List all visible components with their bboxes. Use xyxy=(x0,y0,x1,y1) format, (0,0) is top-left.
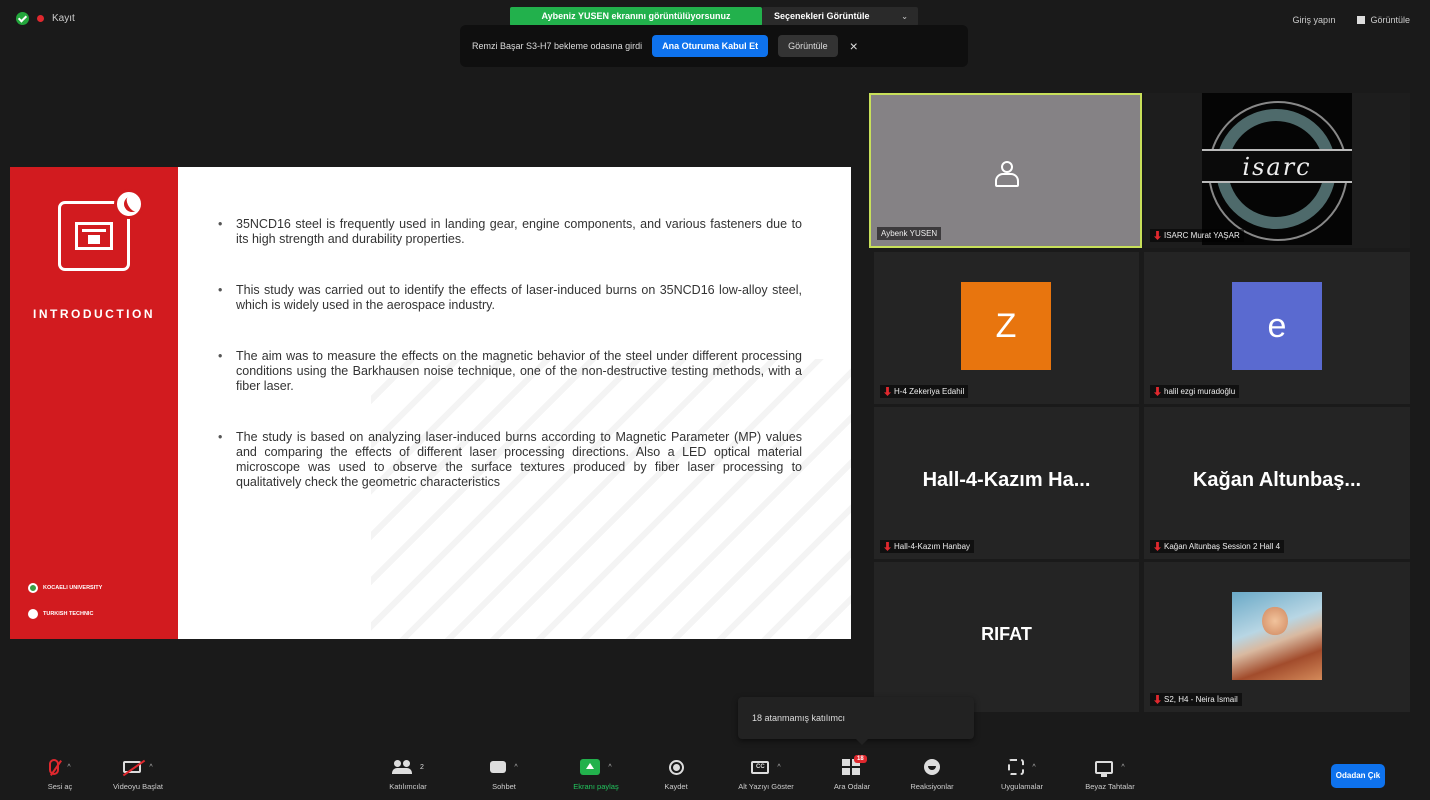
whiteboards-button[interactable]: ^ Beyaz Tahtalar xyxy=(1070,756,1150,791)
isarc-logo-icon: isarc xyxy=(1202,93,1352,245)
share-screen-icon xyxy=(580,759,601,775)
mic-muted-icon xyxy=(884,542,891,551)
view-layout-icon xyxy=(1357,16,1366,24)
leave-room-button[interactable]: Odadan Çık xyxy=(1331,764,1385,788)
participant-tile[interactable]: S2, H4 - Neira İsmail xyxy=(1144,562,1410,712)
chevron-up-icon[interactable]: ^ xyxy=(149,764,152,771)
participant-video-photo xyxy=(1232,592,1322,680)
bottom-toolbar: ^ Sesi aç ^ Videoyu Başlat 2 Katılımcıla… xyxy=(0,748,1430,800)
avatar-letter: e xyxy=(1232,282,1322,370)
breakout-rooms-badge: 18 xyxy=(854,755,867,763)
view-label: Görüntüle xyxy=(1370,15,1410,25)
mic-muted-icon xyxy=(49,759,60,775)
record-icon xyxy=(668,759,684,775)
participant-display-name: RIFAT xyxy=(981,624,1032,644)
bullet-item: The study is based on analyzing laser-in… xyxy=(214,430,802,490)
participant-tile[interactable]: isarc ISARC Murat YAŞAR xyxy=(1144,93,1410,248)
notification-message: Remzi Başar S3-H7 bekleme odasına girdi xyxy=(472,41,643,51)
mic-muted-icon xyxy=(1154,387,1161,396)
participant-name: S2, H4 - Neira İsmail xyxy=(1150,693,1242,706)
participant-display-name: Kağan Altunbaş... xyxy=(1192,469,1362,491)
participant-tile[interactable]: Hall-4-Kazım Ha... Hall-4-Kazım Hanbay xyxy=(874,407,1139,559)
bullet-item: This study was carried out to identify t… xyxy=(214,283,802,313)
bullet-item: 35NCD16 steel is frequently used in land… xyxy=(214,217,802,247)
participant-name: Hall-4-Kazım Hanbay xyxy=(880,540,975,553)
apps-icon xyxy=(1008,759,1025,775)
video-off-icon xyxy=(123,761,142,773)
captions-icon: CC xyxy=(751,760,770,774)
chat-icon xyxy=(490,761,507,773)
mic-muted-icon xyxy=(1154,695,1161,704)
close-icon[interactable]: × xyxy=(850,38,858,54)
chevron-up-icon[interactable]: ^ xyxy=(1121,764,1124,771)
chevron-up-icon[interactable]: ^ xyxy=(777,764,780,771)
apps-button[interactable]: ^ Uygulamalar xyxy=(982,756,1062,791)
breakout-rooms-button[interactable]: 18 Ara Odalar xyxy=(812,755,892,791)
avatar-placeholder-icon xyxy=(985,153,1029,193)
partner-label: KOCAELI UNIVERSITY xyxy=(43,585,103,591)
breakout-rooms-icon: 18 xyxy=(842,755,867,775)
participants-icon xyxy=(392,760,413,774)
share-screen-button[interactable]: ^ Ekranı paylaş xyxy=(556,756,636,791)
admit-button[interactable]: Ana Oturuma Kabul Et xyxy=(652,35,769,57)
chat-button[interactable]: ^ Sohbet xyxy=(464,756,544,791)
avatar-letter: Z xyxy=(961,282,1051,370)
show-captions-button[interactable]: CC ^ Alt Yazıyı Göster xyxy=(726,756,806,791)
view-button[interactable]: Görüntüle xyxy=(1357,15,1410,25)
unassigned-participants-tooltip: 18 atanmamış katılımcı xyxy=(738,697,974,745)
top-right-controls: Giriş yapın Görüntüle xyxy=(1292,15,1410,25)
shared-screen-slide: INTRODUCTION KOCAELI UNIVERSITY TURKISH … xyxy=(10,167,851,639)
isarc-logo-text: isarc xyxy=(1242,153,1312,181)
slide-bullets: 35NCD16 steel is frequently used in land… xyxy=(214,217,802,490)
unmute-button[interactable]: ^ Sesi aç xyxy=(20,756,100,791)
participant-name: halil ezgi muradoğlu xyxy=(1150,385,1240,398)
slide-section-title: INTRODUCTION xyxy=(33,307,155,321)
partner-kocaeli: KOCAELI UNIVERSITY xyxy=(28,583,102,593)
participant-tile[interactable]: Z H-4 Zekeriya Edahil xyxy=(874,252,1139,404)
reactions-button[interactable]: Reaksiyonlar xyxy=(892,756,972,791)
chevron-up-icon[interactable]: ^ xyxy=(67,764,70,771)
sign-in-button[interactable]: Giriş yapın xyxy=(1292,15,1335,25)
chevron-up-icon[interactable]: ^ xyxy=(608,764,611,771)
start-video-button[interactable]: ^ Videoyu Başlat xyxy=(98,756,178,791)
partner-turkish-technic: TURKISH TECHNIC xyxy=(28,609,93,619)
mic-muted-icon xyxy=(884,387,891,396)
slide-sidebar: INTRODUCTION KOCAELI UNIVERSITY TURKISH … xyxy=(10,167,178,639)
participant-tile[interactable]: RIFAT xyxy=(874,562,1139,712)
recording-indicator[interactable]: Kayıt xyxy=(16,12,75,25)
record-button[interactable]: Kaydet xyxy=(636,756,716,791)
participant-name: Kağan Altunbaş Session 2 Hall 4 xyxy=(1150,540,1285,553)
reactions-icon xyxy=(924,759,940,775)
view-options-label: Seçenekleri Görüntüle xyxy=(774,11,870,21)
screen-share-banner: Aybeniz YUSEN ekranını görüntülüyorsunuz xyxy=(510,7,762,26)
view-options-button[interactable]: Seçenekleri Görüntüle ⌄ xyxy=(762,7,918,26)
chevron-up-icon[interactable]: ^ xyxy=(1032,764,1035,771)
participants-button[interactable]: 2 Katılımcılar xyxy=(368,756,448,791)
participant-name: H-4 Zekeriya Edahil xyxy=(880,385,969,398)
zoom-meeting-window: Kayıt Aybeniz YUSEN ekranını görüntülüyo… xyxy=(0,0,1430,800)
shield-check-icon xyxy=(16,12,29,25)
bullet-item: The aim was to measure the effects on th… xyxy=(214,349,802,394)
turkish-technic-logo-icon xyxy=(114,189,144,219)
chevron-down-icon: ⌄ xyxy=(901,12,908,21)
record-dot-icon xyxy=(37,15,44,22)
participant-count: 2 xyxy=(420,763,424,771)
kocaeli-logo-icon xyxy=(28,583,38,593)
chevron-up-icon[interactable]: ^ xyxy=(514,764,517,771)
waiting-room-notification: Remzi Başar S3-H7 bekleme odasına girdi … xyxy=(460,25,968,67)
record-label: Kayıt xyxy=(52,13,75,24)
partner-label: TURKISH TECHNIC xyxy=(43,611,94,617)
mic-muted-icon xyxy=(1154,542,1161,551)
notification-view-button[interactable]: Görüntüle xyxy=(778,35,838,57)
participant-name: ISARC Murat YAŞAR xyxy=(1150,229,1244,242)
participant-tile[interactable]: e halil ezgi muradoğlu xyxy=(1144,252,1410,404)
participant-tile[interactable]: Kağan Altunbaş... Kağan Altunbaş Session… xyxy=(1144,407,1410,559)
participant-name: Aybenk YUSEN xyxy=(877,227,942,240)
turkish-technic-small-logo-icon xyxy=(28,609,38,619)
whiteboard-icon xyxy=(1095,760,1114,777)
participant-tile-active[interactable]: Aybenk YUSEN xyxy=(869,93,1142,248)
mic-muted-icon xyxy=(1154,231,1161,240)
participant-display-name: Hall-4-Kazım Ha... xyxy=(922,469,1091,491)
